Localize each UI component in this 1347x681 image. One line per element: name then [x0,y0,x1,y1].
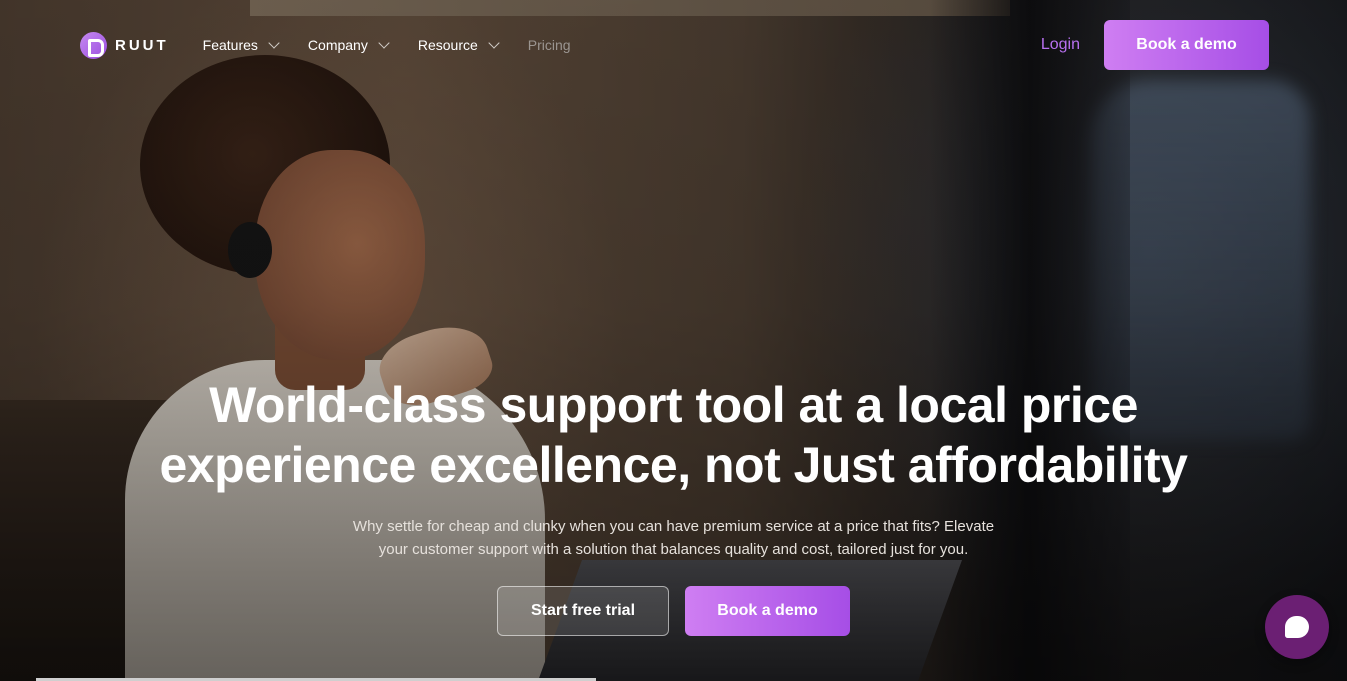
nav-item-pricing[interactable]: Pricing [528,37,571,53]
book-demo-button-nav[interactable]: Book a demo [1104,20,1269,70]
brand-logo[interactable]: RUUT [80,31,169,59]
top-navigation: RUUT Features Company Resource Pricing L… [0,0,1347,90]
hero-cta-group: Start free trial Book a demo [0,586,1347,636]
hero-section: World-class support tool at a local pric… [0,375,1347,636]
brand-name: RUUT [115,36,169,54]
book-demo-button-hero[interactable]: Book a demo [685,586,850,636]
chevron-down-icon [268,36,280,49]
nav-item-label: Pricing [527,37,571,53]
hero-subtitle: Why settle for cheap and clunky when you… [324,515,1024,561]
chevron-down-icon [488,36,500,49]
nav-item-label: Resource [417,37,478,53]
nav-item-company[interactable]: Company [307,36,390,53]
hero-title-line-2: experience excellence, not Just affordab… [159,437,1188,493]
nav-menu: Features Company Resource Pricing [202,36,571,53]
nav-item-resource[interactable]: Resource [417,36,500,53]
chat-bubble-icon [1285,616,1309,638]
nav-item-label: Company [307,37,368,53]
hero-subtitle-line-1: Why settle for cheap and clunky when you… [352,518,995,535]
login-link[interactable]: Login [1041,36,1080,54]
nav-actions: Login Book a demo [1041,20,1269,70]
nav-item-label: Features [202,37,258,53]
chevron-down-icon [378,36,390,49]
hero-title: World-class support tool at a local pric… [0,375,1347,495]
chat-widget-button[interactable] [1265,595,1329,659]
hero-subtitle-line-2: your customer support with a solution th… [378,541,969,558]
ruut-logo-icon [80,31,107,59]
start-free-trial-button[interactable]: Start free trial [497,586,669,636]
nav-item-features[interactable]: Features [202,36,280,53]
hero-title-line-1: World-class support tool at a local pric… [209,377,1138,433]
